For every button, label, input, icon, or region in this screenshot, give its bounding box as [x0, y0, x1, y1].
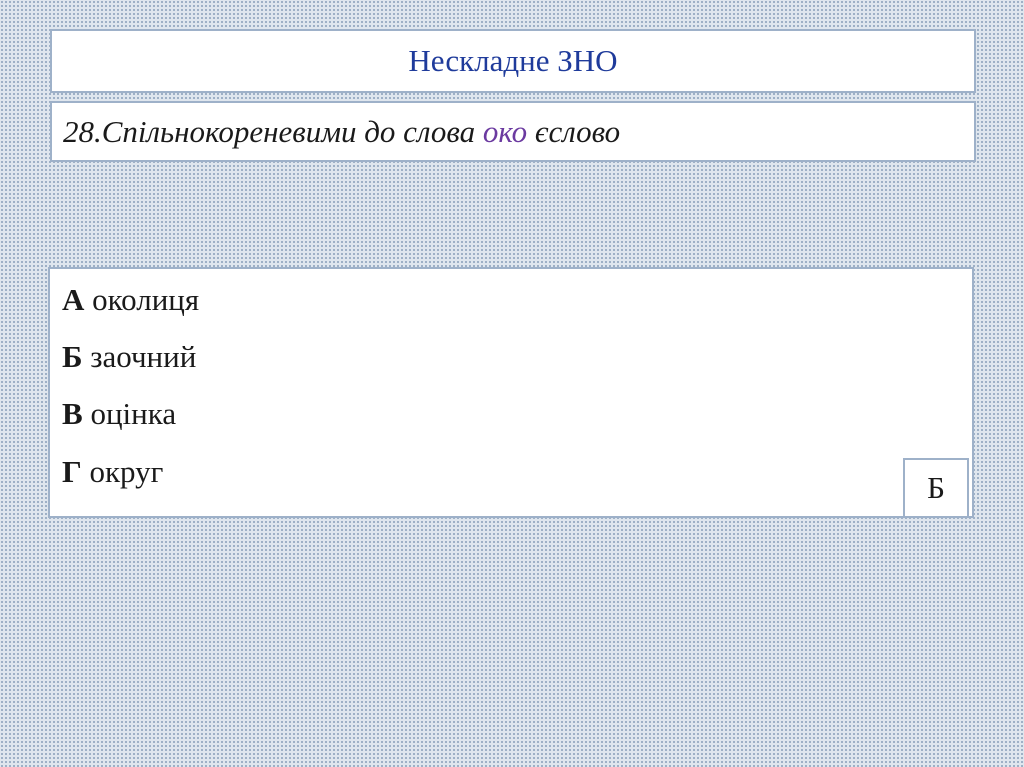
option-d: Г округ: [62, 454, 163, 490]
options-panel: А околиця Б заочний В оцінка Г округ: [48, 267, 974, 518]
option-text: околиця: [84, 282, 200, 317]
option-letter: А: [62, 282, 85, 317]
question-prefix: 28.Спільнокореневими до слова: [63, 113, 483, 149]
option-c: В оцінка: [62, 396, 176, 432]
option-letter: Г: [62, 454, 82, 489]
option-text: округ: [81, 454, 164, 489]
option-letter: Б: [62, 339, 83, 374]
page-title: Нескладне ЗНО: [408, 43, 618, 78]
question-suffix: єслово: [527, 113, 621, 149]
option-b: Б заочний: [62, 339, 196, 375]
answer-value: Б: [927, 470, 945, 505]
option-text: оцінка: [82, 396, 177, 431]
option-a: А околиця: [62, 282, 199, 318]
question-panel: 28.Спільнокореневими до слова око єслово: [50, 101, 976, 162]
option-text: заочний: [82, 339, 197, 374]
title-panel: Нескладне ЗНО: [50, 29, 976, 93]
option-letter: В: [62, 396, 83, 431]
answer-box: Б: [903, 458, 969, 518]
question-keyword: око: [482, 113, 528, 149]
question-text: 28.Спільнокореневими до слова око єслово: [63, 114, 620, 150]
